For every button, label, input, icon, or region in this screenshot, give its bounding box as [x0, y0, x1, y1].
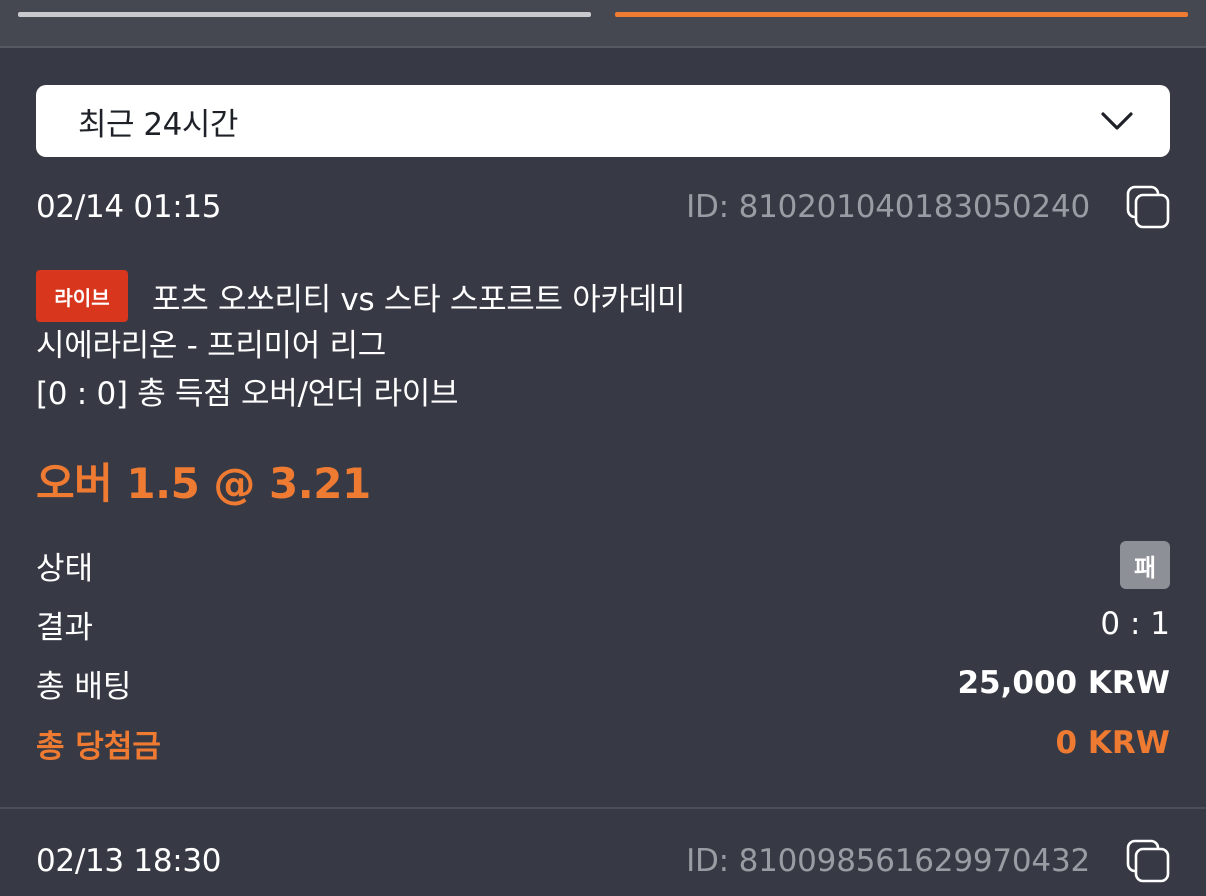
- top-tab-bar: [0, 0, 1206, 48]
- result-label: 결과: [36, 609, 94, 646]
- status-row: 상태 패: [36, 540, 1170, 590]
- match-title: 포츠 오쏘리티 vs 스타 스포르트 아카데미: [152, 281, 686, 318]
- status-badge: 패: [1120, 541, 1170, 589]
- result-row: 결과 0 : 1: [36, 599, 1170, 649]
- card-divider: [0, 807, 1206, 809]
- stake-row: 총 배팅 25,000 KRW: [36, 658, 1170, 708]
- payout-row: 총 당첨금 0 KRW: [36, 718, 1170, 768]
- bet-meta-row: 02/13 18:30 ID: 810098561629970432: [36, 836, 1170, 886]
- stake-value: 25,000 KRW: [957, 665, 1170, 701]
- league-name: 시에라리온 - 프리미어 리그: [36, 328, 386, 364]
- bet-meta-row: 02/14 01:15 ID: 810201040183050240: [36, 182, 1170, 232]
- status-label: 상태: [36, 550, 94, 587]
- payout-label: 총 당첨금: [36, 728, 161, 765]
- period-filter-select[interactable]: 최근 24시간: [36, 85, 1170, 157]
- stake-label: 총 배팅: [36, 668, 132, 705]
- bet-date: 02/14 01:15: [36, 189, 222, 225]
- tab-indicator-active[interactable]: [615, 12, 1188, 17]
- payout-value: 0 KRW: [1055, 725, 1170, 761]
- bet-date: 02/13 18:30: [36, 843, 222, 879]
- copy-icon[interactable]: [1126, 185, 1170, 229]
- bet-selection: 오버 1.5 @ 3.21: [36, 459, 371, 508]
- copy-icon[interactable]: [1126, 839, 1170, 883]
- chevron-down-icon: [1101, 112, 1133, 130]
- market-name: [0 : 0] 총 득점 오버/언더 라이브: [36, 376, 459, 412]
- live-badge: 라이브: [36, 270, 128, 322]
- tab-indicator-inactive[interactable]: [18, 12, 591, 17]
- result-value: 0 : 1: [1100, 606, 1170, 642]
- match-line: 라이브 포츠 오쏘리티 vs 스타 스포르트 아카데미: [36, 270, 685, 322]
- bet-id: ID: 810201040183050240: [686, 189, 1090, 225]
- bet-id: ID: 810098561629970432: [686, 843, 1090, 879]
- period-filter-label: 최근 24시간: [78, 106, 238, 143]
